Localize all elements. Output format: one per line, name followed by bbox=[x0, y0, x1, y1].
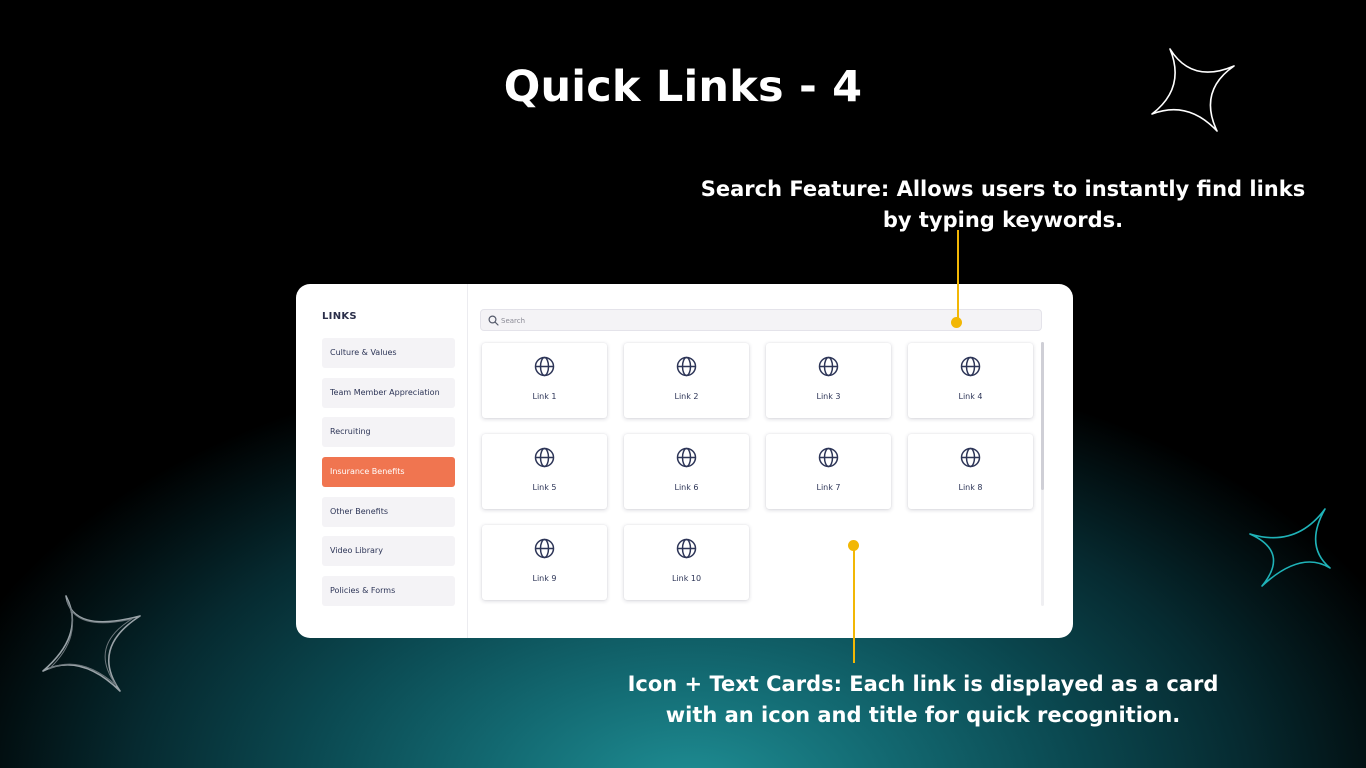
link-card-label: Link 10 bbox=[671, 574, 702, 583]
globe-icon bbox=[818, 447, 839, 468]
globe-icon bbox=[818, 356, 839, 377]
link-card[interactable]: Link 4 bbox=[908, 343, 1033, 418]
callout-line-cards bbox=[853, 546, 855, 663]
globe-icon bbox=[676, 538, 697, 559]
link-card[interactable]: Link 6 bbox=[624, 434, 749, 509]
scrollbar-thumb[interactable] bbox=[1041, 342, 1044, 490]
link-card[interactable]: Link 2 bbox=[624, 343, 749, 418]
globe-icon bbox=[534, 538, 555, 559]
sidebar-item-team-member-appreciation[interactable]: Team Member Appreciation bbox=[322, 377, 455, 408]
sidebar-item-culture-values[interactable]: Culture & Values bbox=[322, 338, 455, 368]
link-card-label: Link 9 bbox=[532, 574, 557, 583]
link-card-label: Link 4 bbox=[958, 392, 983, 401]
link-card-label: Link 3 bbox=[816, 392, 841, 401]
sidebar-list: Culture & Values Team Member Appreciatio… bbox=[322, 338, 455, 616]
link-card-label: Link 6 bbox=[674, 483, 699, 492]
sidebar-item-recruiting[interactable]: Recruiting bbox=[322, 417, 455, 448]
globe-icon bbox=[676, 356, 697, 377]
sidebar-item-policies-forms[interactable]: Policies & Forms bbox=[322, 576, 455, 607]
globe-icon bbox=[534, 447, 555, 468]
callout-icon-text-cards: Icon + Text Cards: Each link is displaye… bbox=[627, 672, 1219, 727]
globe-icon bbox=[676, 447, 697, 468]
link-card-label: Link 1 bbox=[532, 392, 557, 401]
scrollbar[interactable] bbox=[1041, 342, 1044, 606]
callout-dot-search bbox=[951, 317, 962, 328]
quick-links-window: LINKS Culture & Values Team Member Appre… bbox=[296, 284, 1073, 638]
link-card-label: Link 8 bbox=[958, 483, 983, 492]
link-card[interactable]: Link 10 bbox=[624, 525, 749, 600]
globe-icon bbox=[534, 356, 555, 377]
globe-icon bbox=[960, 447, 981, 468]
sparkle-icon-top-right bbox=[1151, 48, 1235, 132]
link-card[interactable]: Link 8 bbox=[908, 434, 1033, 509]
sidebar-item-other-benefits[interactable]: Other Benefits bbox=[322, 496, 455, 527]
sparkle-icon-right-teal bbox=[1249, 508, 1331, 587]
callout-dot-cards bbox=[848, 540, 859, 551]
sidebar-title: LINKS bbox=[322, 311, 357, 322]
sparkle-icon-bottom-left bbox=[42, 595, 141, 692]
link-card[interactable]: Link 9 bbox=[482, 525, 607, 600]
link-card-label: Link 5 bbox=[532, 483, 557, 492]
search-icon bbox=[488, 315, 499, 326]
link-card-label: Link 7 bbox=[816, 483, 841, 492]
link-card[interactable]: Link 3 bbox=[766, 343, 891, 418]
callout-line-search bbox=[957, 230, 959, 322]
sidebar: LINKS Culture & Values Team Member Appre… bbox=[296, 284, 468, 638]
link-card-label: Link 2 bbox=[674, 392, 699, 401]
sidebar-item-insurance-benefits[interactable]: Insurance Benefits bbox=[322, 457, 455, 488]
link-card[interactable]: Link 7 bbox=[766, 434, 891, 509]
callout-search-feature: Search Feature: Allows users to instantl… bbox=[700, 177, 1306, 232]
sidebar-item-video-library[interactable]: Video Library bbox=[322, 536, 455, 567]
link-card[interactable]: Link 5 bbox=[482, 434, 607, 509]
globe-icon bbox=[960, 356, 981, 377]
link-card[interactable]: Link 1 bbox=[482, 343, 607, 418]
